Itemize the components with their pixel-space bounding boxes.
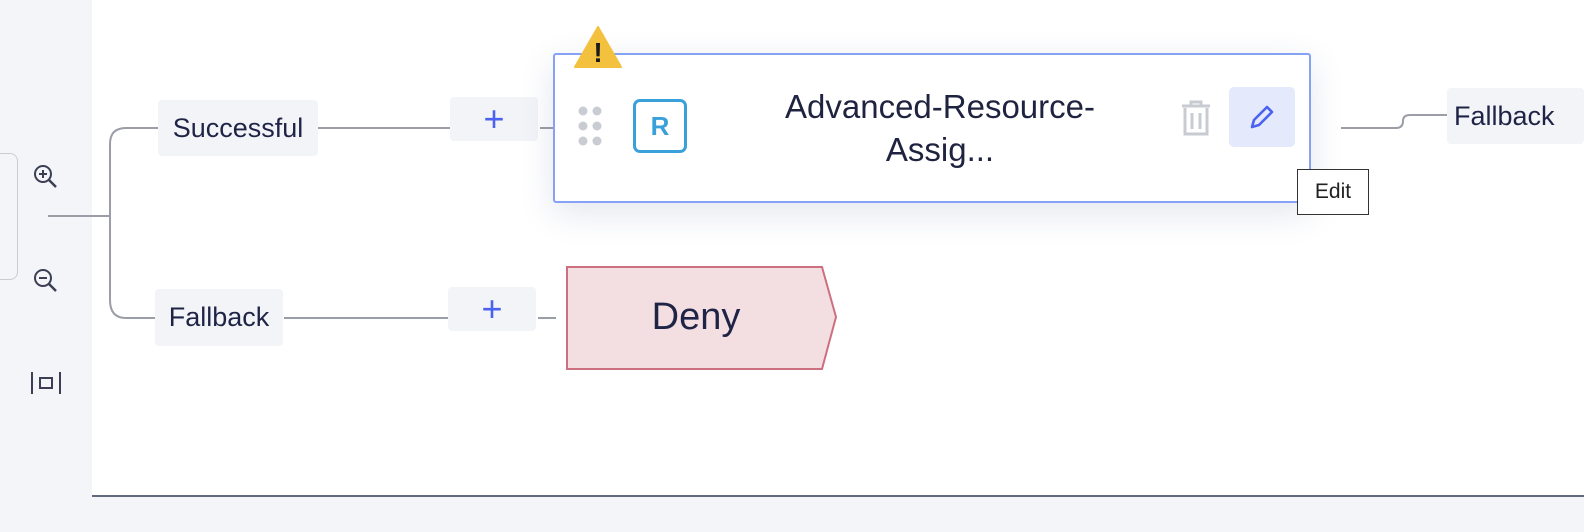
tooltip-text: Edit [1314,180,1352,203]
drag-handle-icon[interactable] [577,105,603,152]
branch-label-fallback-right: Fallback [1447,88,1584,144]
branch-label-fallback: Fallback [155,289,283,346]
delete-button[interactable] [1167,89,1225,147]
step-node-card[interactable]: R Advanced-Resource- Assig... [553,53,1311,203]
edit-tooltip: Edit [1297,169,1369,215]
add-step-button[interactable]: + [450,97,538,141]
branch-label-successful: Successful [158,100,318,156]
warning-symbol: ! [593,37,602,68]
bottom-panel [0,497,1584,532]
branch-label-text: Successful [172,112,304,143]
node-title-line: Advanced-Resource- [785,88,1095,125]
node-type-letter: R [650,110,670,141]
plus-icon: + [481,288,503,329]
branch-label-text: Fallback [168,302,270,332]
node-type-badge: R [633,99,687,153]
deny-node[interactable]: Deny [566,266,826,369]
add-step-button[interactable]: + [448,287,536,331]
warning-icon[interactable]: ! [573,24,623,75]
plus-icon: + [483,98,505,139]
trash-icon [1182,100,1210,136]
edit-button[interactable] [1229,87,1295,147]
branch-label-text: Fallback [1454,100,1555,131]
pencil-icon [1250,105,1274,129]
node-title-line: Assig... [885,131,995,168]
deny-label: Deny [651,296,741,338]
node-title: Advanced-Resource- Assig... [720,85,1160,171]
